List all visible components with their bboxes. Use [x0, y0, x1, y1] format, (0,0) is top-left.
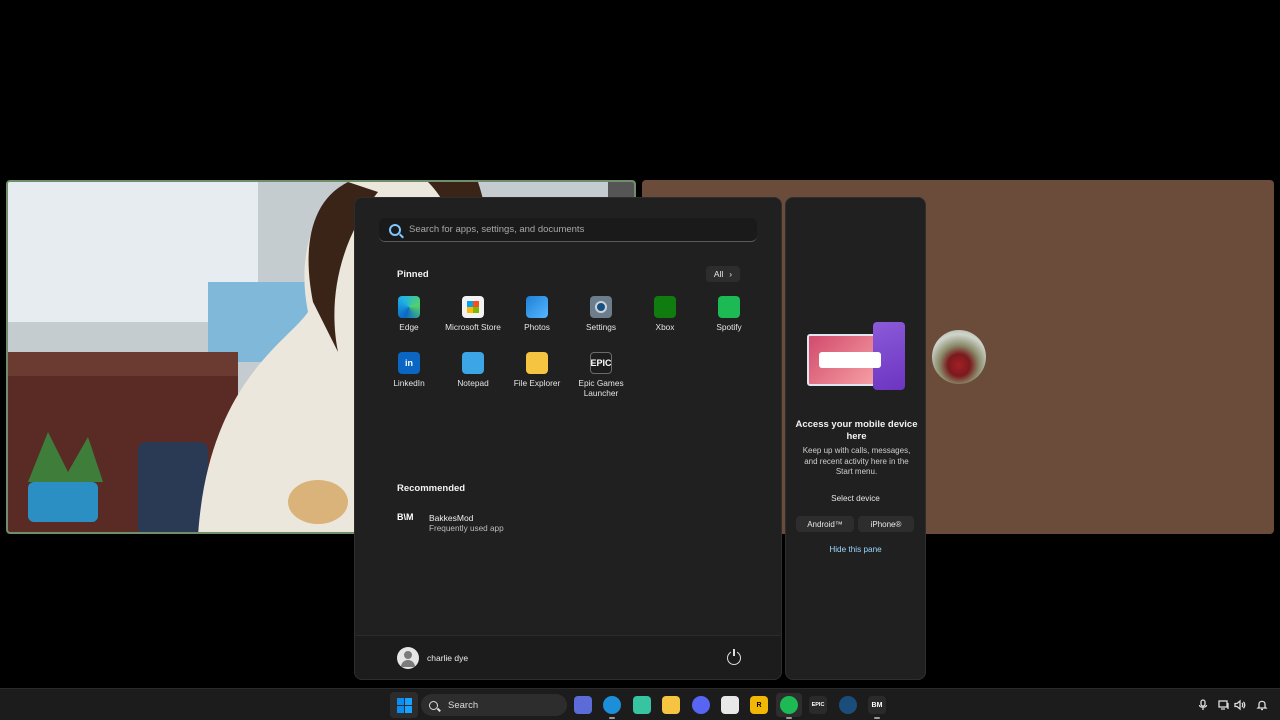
all-apps-button[interactable]: All ›: [706, 266, 740, 282]
running-indicator: [874, 717, 880, 719]
recommended-item-name: BakkesMod: [429, 513, 474, 523]
android-button[interactable]: Android™: [796, 516, 854, 532]
spotify-icon[interactable]: [780, 696, 798, 714]
taskbar-search-label: Search: [448, 699, 479, 711]
running-indicator: [786, 717, 792, 719]
photos-icon: [526, 296, 548, 318]
spotify-icon: [718, 296, 740, 318]
search-icon: [429, 700, 438, 710]
taskbar-search-box[interactable]: Search: [421, 694, 567, 716]
pinned-app-photos[interactable]: Photos: [505, 296, 569, 352]
network-icon[interactable]: [1218, 698, 1230, 710]
app-label: Spotify: [716, 322, 742, 332]
chat-app-icon[interactable]: [633, 696, 651, 714]
all-apps-label: All: [713, 269, 724, 279]
app-label: Microsoft Store: [445, 322, 501, 332]
pinned-app-notepad[interactable]: Notepad: [441, 352, 505, 408]
xbox-icon: [654, 296, 676, 318]
pinned-app-linkedin[interactable]: in LinkedIn: [377, 352, 441, 408]
chevron-right-icon: ›: [729, 269, 733, 279]
pinned-app-edge[interactable]: Edge: [377, 296, 441, 352]
pinned-app-settings[interactable]: Settings: [569, 296, 633, 352]
discord-icon[interactable]: [692, 696, 710, 714]
iphone-button[interactable]: iPhone®: [858, 516, 914, 532]
volume-icon[interactable]: [1234, 698, 1246, 711]
windows-logo-icon: [396, 697, 412, 713]
microphone-icon[interactable]: [1197, 698, 1209, 710]
file-explorer-icon[interactable]: [662, 696, 680, 714]
notepad-icon: [462, 352, 484, 374]
start-user-bar: charlie dye: [355, 635, 781, 679]
edge-icon: [398, 296, 420, 318]
app-label: Edge: [399, 322, 419, 332]
phone-link-panel: Access your mobile device here Keep up w…: [785, 197, 926, 680]
power-icon[interactable]: [727, 649, 741, 665]
user-avatar-icon[interactable]: [397, 647, 419, 669]
pinned-app-epic-games[interactable]: EPIC Epic Games Launcher: [569, 352, 633, 408]
recommended-section-title: Recommended: [397, 483, 466, 494]
app-label: Epic Games Launcher: [578, 378, 624, 398]
phone-panel-title: Access your mobile device here: [795, 419, 918, 442]
recommended-item-subtitle: Frequently used app: [429, 524, 504, 533]
pinned-section-title: Pinned: [397, 269, 429, 280]
notification-icon[interactable]: [1256, 698, 1268, 711]
microsoft-store-icon: [462, 296, 484, 318]
epic-games-icon: EPIC: [590, 352, 612, 374]
linkedin-icon: in: [398, 352, 420, 374]
bakkesmod-icon[interactable]: BM: [868, 696, 886, 714]
app-label: Photos: [524, 322, 550, 332]
settings-gear-icon: [590, 296, 612, 318]
file-explorer-icon: [526, 352, 548, 374]
running-indicator: [609, 717, 615, 719]
start-menu: Pinned All › Edge Microsoft Store Photos…: [354, 197, 782, 680]
start-search-input[interactable]: [409, 224, 749, 235]
notification-card-graphic: [819, 352, 881, 368]
app-label: LinkedIn: [393, 378, 425, 388]
pinned-app-microsoft-store[interactable]: Microsoft Store: [441, 296, 505, 352]
app-label: Settings: [586, 322, 616, 332]
rockstar-launcher-icon[interactable]: R: [750, 696, 768, 714]
pinned-app-spotify[interactable]: Spotify: [697, 296, 761, 352]
start-search-box[interactable]: [379, 218, 757, 242]
microsoft-store-icon[interactable]: [721, 696, 739, 714]
app-label: Notepad: [457, 378, 489, 388]
hide-pane-link[interactable]: Hide this pane: [786, 545, 925, 554]
start-button[interactable]: [390, 692, 418, 718]
pinned-app-file-explorer[interactable]: File Explorer: [505, 352, 569, 408]
epic-games-icon[interactable]: EPIC: [809, 696, 827, 714]
taskbar: Search R EPIC BM: [0, 688, 1280, 720]
app-label: Xbox: [655, 322, 675, 332]
remote-participant-avatar: [932, 330, 986, 384]
user-name[interactable]: charlie dye: [427, 653, 468, 663]
phone-link-illustration: [807, 322, 907, 392]
steam-icon[interactable]: [839, 696, 857, 714]
recommended-item-bakkesmod[interactable]: B\M BakkesMod Frequently used app: [397, 512, 504, 534]
edge-icon[interactable]: [603, 696, 621, 714]
select-device-label: Select device: [831, 494, 880, 503]
pinned-apps-grid: Edge Microsoft Store Photos Settings Xbo…: [377, 296, 761, 408]
phone-panel-description: Keep up with calls, messages, and recent…: [802, 446, 911, 476]
pinned-app-xbox[interactable]: Xbox: [633, 296, 697, 352]
app-label: File Explorer: [513, 378, 561, 388]
game-controller-icon[interactable]: [574, 696, 592, 714]
search-icon: [389, 223, 401, 236]
bakkesmod-icon: B\M: [397, 512, 414, 522]
